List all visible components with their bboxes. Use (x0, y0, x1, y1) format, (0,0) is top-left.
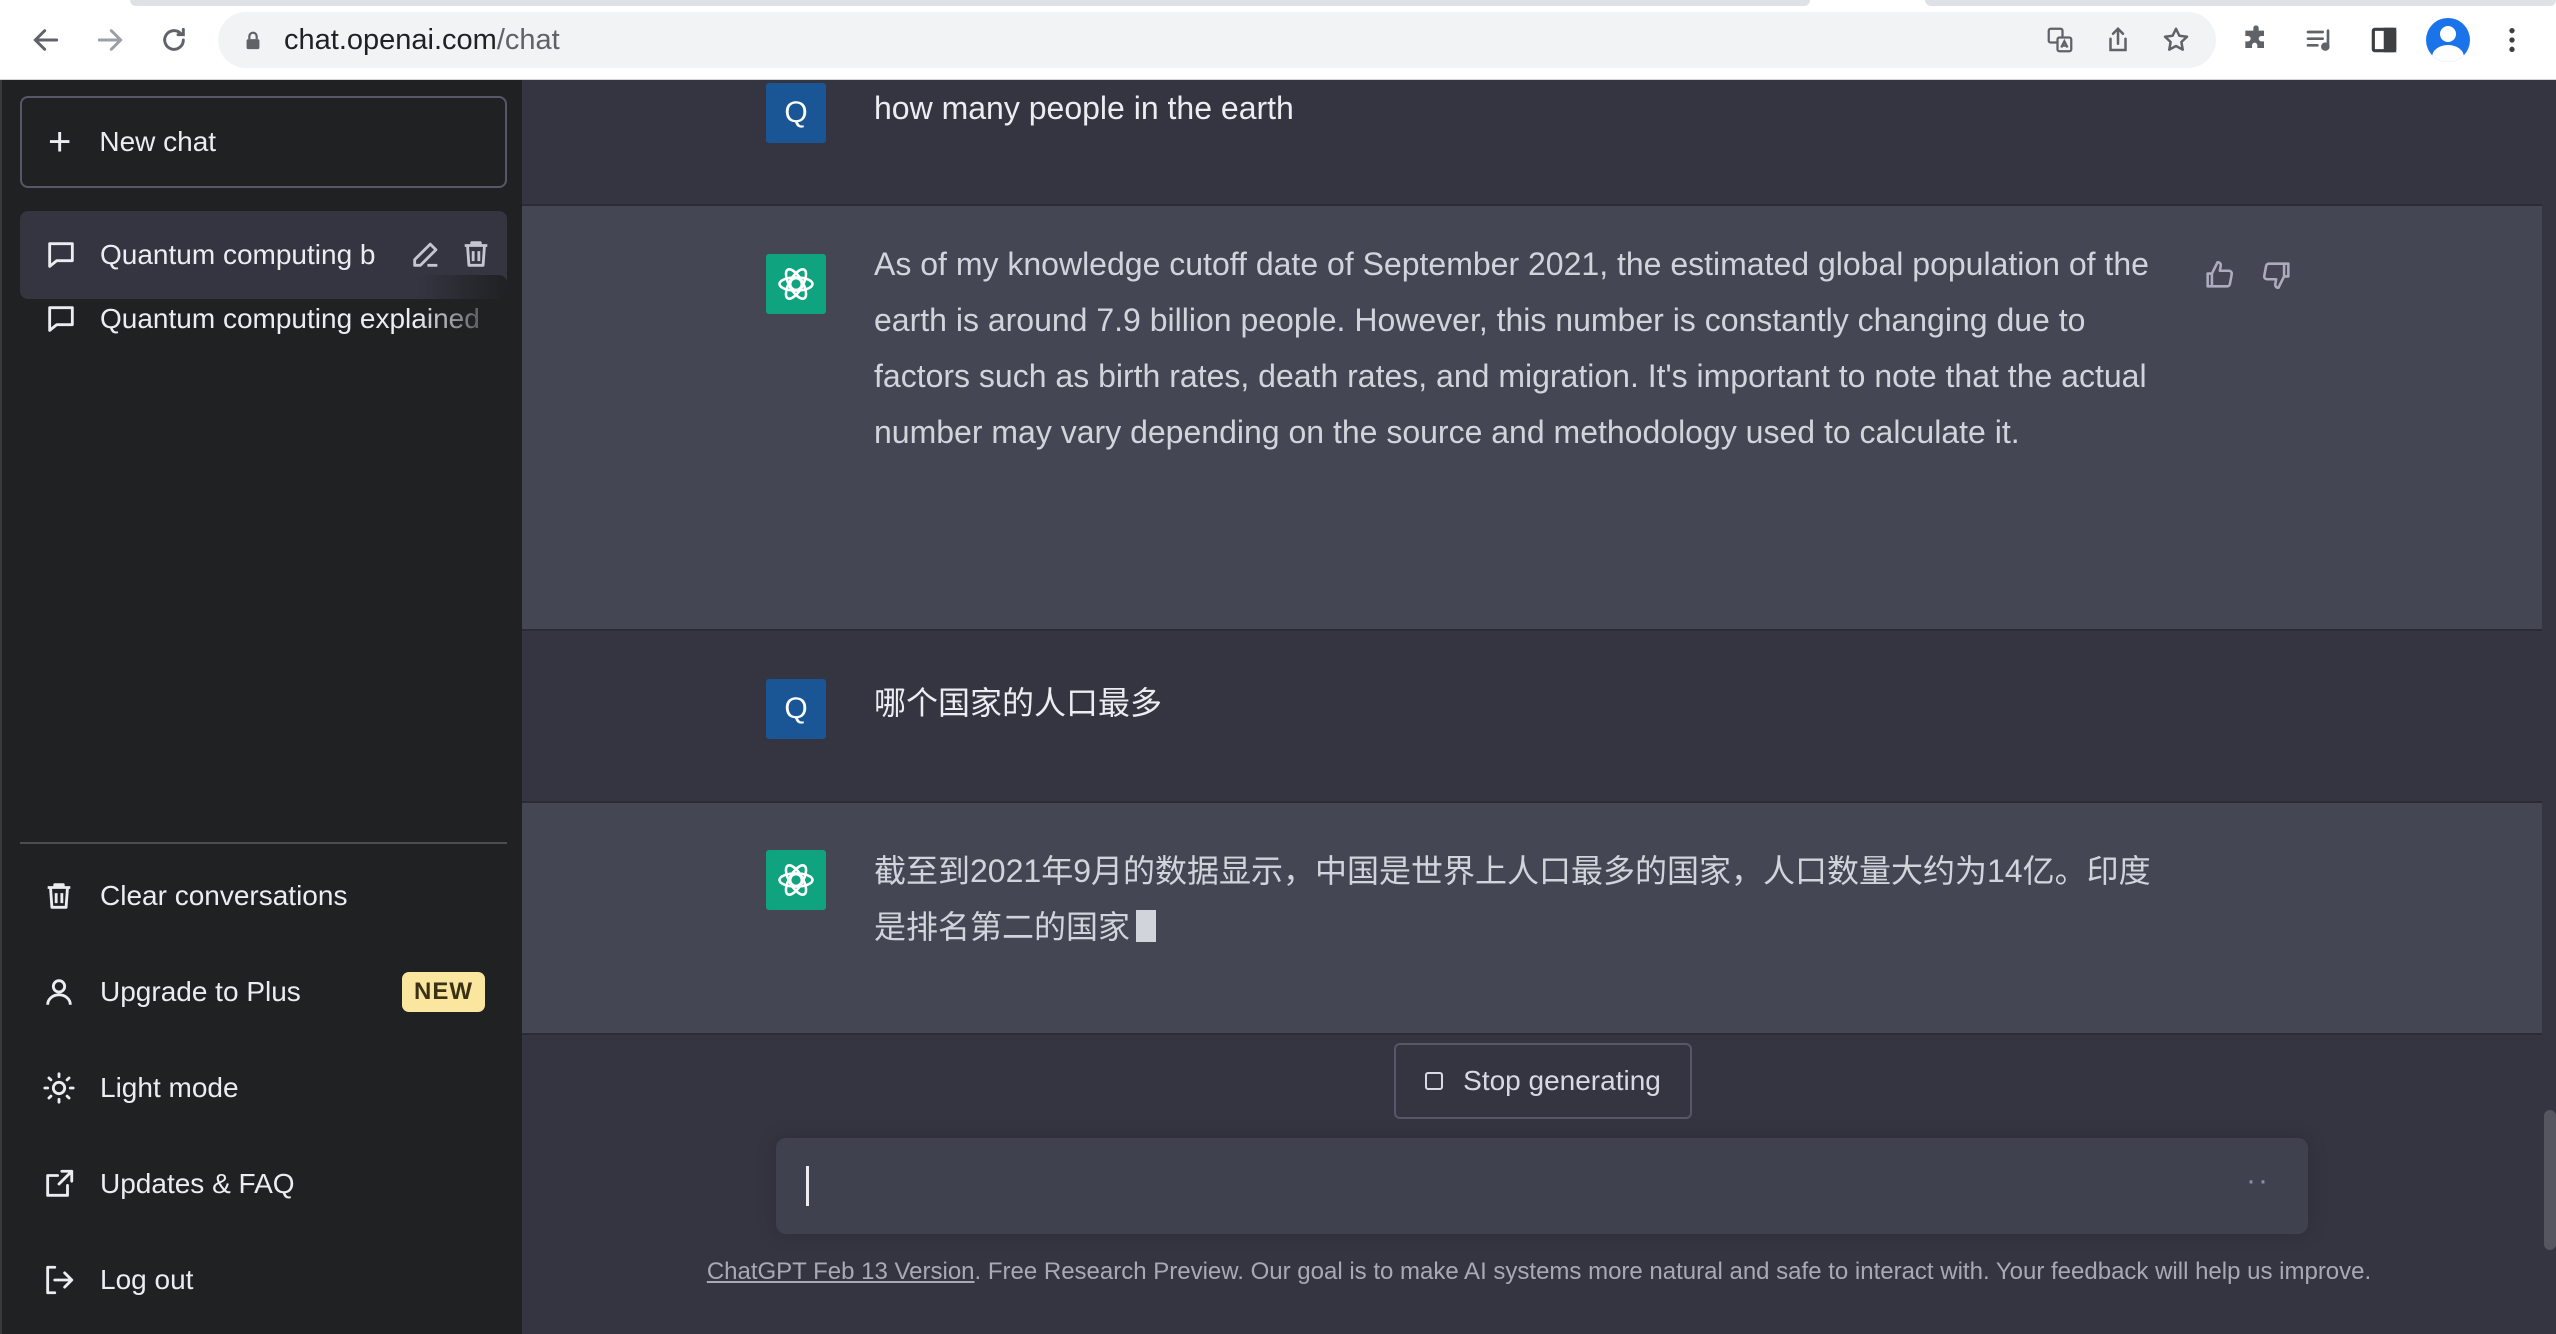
screen: chat.openai.com/chat + New chat Quantum … (0, 0, 2556, 1334)
user-avatar: Q (766, 83, 826, 143)
lock-icon (246, 31, 260, 50)
logout-icon (46, 1265, 74, 1295)
light-mode-button[interactable]: Light mode (20, 1044, 507, 1132)
stop-square-icon (1425, 1072, 1444, 1090)
user-icon (46, 979, 72, 1005)
stop-generating-label: Stop generating (1463, 1065, 1661, 1096)
url-host: chat.openai.com (284, 23, 497, 56)
message-user: Q 哪个国家的人口最多 (522, 631, 2542, 803)
text-caret (806, 1166, 809, 1206)
extensions-button[interactable] (2232, 16, 2280, 64)
version-link[interactable]: ChatGPT Feb 13 Version (707, 1258, 975, 1285)
forward-button[interactable] (86, 16, 134, 64)
puzzle-icon (2245, 25, 2264, 48)
chat-main: Q how many people in the earth As of my … (522, 80, 2556, 1334)
message-text: 截至到2021年9月的数据显示，中国是世界上人口最多的国家，人口数量大约为14亿… (874, 853, 2151, 945)
arrow-left-icon (33, 29, 59, 51)
updates-faq-label: Updates & FAQ (100, 1168, 295, 1199)
assistant-avatar (766, 850, 826, 910)
more-vertical-icon (2509, 28, 2515, 52)
footer-text: . Free Research Preview. Our goal is to … (974, 1258, 2372, 1285)
conversation-item[interactable]: Quantum computing explained (20, 275, 507, 363)
message-user: Q how many people in the earth (522, 80, 2542, 206)
message-text: how many people in the earth (874, 90, 1294, 126)
browser-menu-button[interactable] (2488, 16, 2536, 64)
openai-logo-icon (778, 864, 814, 896)
chat-bubble-icon (48, 242, 74, 268)
share-button[interactable] (2096, 18, 2140, 62)
translate-button[interactable] (2038, 18, 2082, 62)
tab-strip (130, 0, 1810, 6)
message-text: As of my knowledge cutoff date of Septem… (874, 246, 2149, 450)
reload-button[interactable] (150, 16, 198, 64)
tab-strip-right (1925, 0, 2556, 6)
message-text-container: 截至到2021年9月的数据显示，中国是世界上人口最多的国家，人口数量大约为14亿… (874, 843, 2174, 955)
log-out-button[interactable]: Log out (20, 1236, 507, 1324)
chat-bubble-icon (48, 306, 74, 332)
trash-icon (47, 883, 71, 909)
message-assistant: As of my knowledge cutoff date of Septem… (522, 206, 2542, 631)
url-path: /chat (496, 23, 560, 56)
profile-button[interactable] (2424, 16, 2472, 64)
bookmark-button[interactable] (2154, 18, 2198, 62)
upgrade-to-plus-button[interactable]: Upgrade to Plus NEW (20, 948, 507, 1036)
translate-icon (2047, 27, 2073, 53)
edit-icon[interactable] (409, 237, 443, 271)
browser-toolbar: chat.openai.com/chat (0, 0, 2556, 80)
light-mode-label: Light mode (100, 1072, 239, 1103)
assistant-avatar (766, 254, 826, 314)
reading-list-button[interactable] (2296, 16, 2344, 64)
reload-icon (163, 27, 185, 51)
streaming-cursor (1136, 910, 1157, 942)
message-composer[interactable]: ·· (776, 1138, 2308, 1234)
side-panel-button[interactable] (2360, 16, 2408, 64)
conversation-title: Quantum computing b (100, 239, 376, 270)
upgrade-label: Upgrade to Plus (100, 976, 301, 1007)
message-assistant-streaming: 截至到2021年9月的数据显示，中国是世界上人口最多的国家，人口数量大约为14亿… (522, 803, 2542, 1035)
sun-icon (43, 1072, 75, 1104)
trash-icon[interactable] (459, 237, 493, 271)
thumbs-down-icon[interactable] (2260, 258, 2294, 292)
share-icon (2109, 26, 2127, 52)
new-badge: NEW (402, 972, 485, 1012)
sidebar: + New chat Quantum computing b Quantum c… (0, 80, 522, 1334)
clear-conversations-button[interactable]: Clear conversations (20, 852, 507, 940)
log-out-label: Log out (100, 1264, 194, 1295)
new-chat-button[interactable]: + New chat (20, 96, 507, 188)
back-button[interactable] (22, 16, 70, 64)
thumbs-up-icon[interactable] (2202, 258, 2236, 292)
sidebar-divider (20, 842, 507, 844)
media-queue-icon (2306, 29, 2330, 51)
message-text: 哪个国家的人口最多 (874, 685, 1163, 721)
footer-disclaimer: ChatGPT Feb 13 Version. Free Research Pr… (522, 1258, 2556, 1286)
updates-faq-link[interactable]: Updates & FAQ (20, 1140, 507, 1228)
address-bar[interactable]: chat.openai.com/chat (218, 12, 2216, 68)
clear-conversations-label: Clear conversations (100, 880, 348, 911)
loading-dots-icon: ·· (2246, 1164, 2270, 1197)
profile-avatar-icon (2426, 18, 2470, 62)
arrow-right-icon (97, 29, 123, 51)
user-avatar: Q (766, 679, 826, 739)
scrollbar-thumb[interactable] (2544, 1110, 2556, 1250)
star-icon (2163, 27, 2189, 51)
openai-logo-icon (778, 268, 814, 300)
side-panel-icon (2371, 27, 2397, 53)
stop-generating-button[interactable]: Stop generating (1394, 1043, 1692, 1119)
new-chat-label: New chat (99, 126, 217, 157)
title-fade (417, 275, 507, 363)
plus-icon: + (48, 120, 72, 164)
external-link-icon (46, 1169, 74, 1197)
